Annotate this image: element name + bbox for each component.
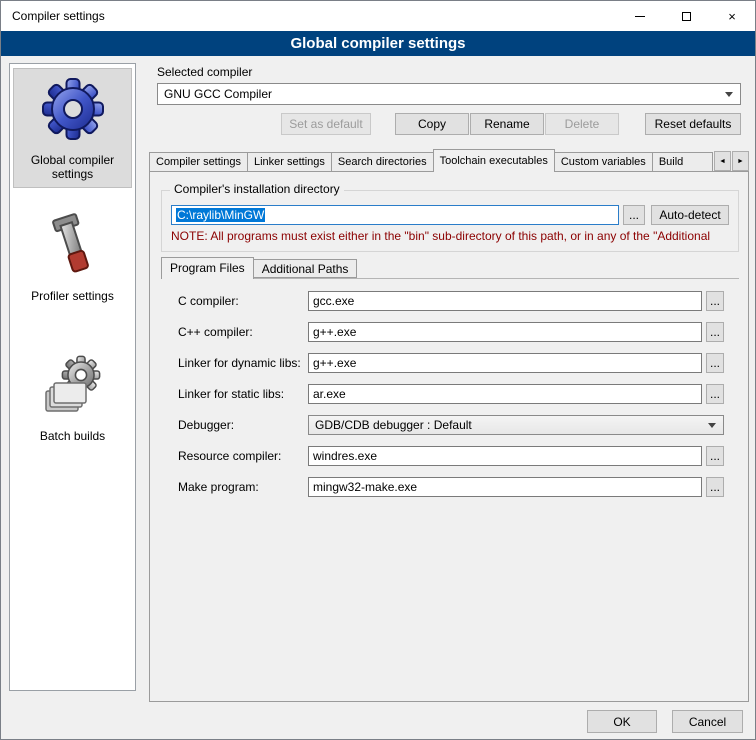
maximize-button[interactable]: [663, 1, 709, 31]
settings-tab-bar: Compiler settings Linker settings Search…: [149, 149, 749, 172]
titlebar[interactable]: Compiler settings ×: [1, 1, 755, 31]
dynamic-linker-browse-button[interactable]: ...: [706, 353, 724, 373]
debugger-select[interactable]: GDB/CDB debugger : Default: [308, 415, 724, 435]
sidebar-item-profiler-settings[interactable]: Profiler settings: [13, 204, 132, 310]
tab-additional-paths[interactable]: Additional Paths: [253, 259, 358, 278]
c-compiler-label: C compiler:: [178, 294, 308, 308]
reset-defaults-button[interactable]: Reset defaults: [645, 113, 741, 135]
static-linker-label: Linker for static libs:: [178, 387, 308, 401]
debugger-select-value: GDB/CDB debugger : Default: [315, 418, 472, 432]
tab-scroll-area: Compiler settings Linker settings Search…: [149, 149, 713, 172]
install-dir-value: C:\raylib\MinGW: [176, 208, 265, 222]
ok-button[interactable]: OK: [587, 710, 657, 733]
copy-button[interactable]: Copy: [395, 113, 469, 135]
tab-compiler-settings[interactable]: Compiler settings: [149, 152, 248, 172]
selected-compiler-label: Selected compiler: [157, 65, 252, 79]
close-button[interactable]: ×: [709, 1, 755, 31]
chevron-down-icon: [708, 423, 716, 428]
tab-toolchain-executables[interactable]: Toolchain executables: [433, 149, 555, 172]
tab-build-options[interactable]: Build: [652, 152, 713, 172]
cpp-compiler-browse-button[interactable]: ...: [706, 322, 724, 342]
static-linker-input[interactable]: [308, 384, 702, 404]
minimize-icon: [635, 16, 645, 17]
form-row-dynamic-linker: Linker for dynamic libs: ...: [161, 352, 739, 374]
tab-search-directories[interactable]: Search directories: [331, 152, 434, 172]
sidebar-item-label: Profiler settings: [16, 289, 129, 303]
tab-scroll-left-button[interactable]: ◄: [714, 151, 731, 171]
minimize-button[interactable]: [617, 1, 663, 31]
form-row-static-linker: Linker for static libs: ...: [161, 383, 739, 405]
debugger-label: Debugger:: [178, 418, 308, 432]
toolchain-executables-panel: Compiler's installation directory C:\ray…: [149, 171, 749, 702]
form-row-cpp-compiler: C++ compiler: ...: [161, 321, 739, 343]
compiler-select-value: GNU GCC Compiler: [164, 87, 272, 101]
delete-button: Delete: [545, 113, 619, 135]
install-dir-browse-button[interactable]: ...: [623, 205, 645, 225]
c-compiler-browse-button[interactable]: ...: [706, 291, 724, 311]
c-compiler-input[interactable]: [308, 291, 702, 311]
rename-button[interactable]: Rename: [470, 113, 544, 135]
tab-scroll-buttons: ◄ ►: [713, 151, 749, 171]
cancel-button[interactable]: Cancel: [672, 710, 743, 733]
program-files-form: C compiler: ... C++ compiler: ... Linker…: [161, 290, 739, 507]
form-row-debugger: Debugger: GDB/CDB debugger : Default: [161, 414, 739, 436]
window-title: Compiler settings: [1, 9, 617, 23]
compiler-actions: Set as default Copy Rename Delete Reset …: [157, 113, 741, 135]
close-icon: ×: [728, 9, 736, 24]
compiler-settings-dialog: Compiler settings × Global compiler sett…: [0, 0, 756, 740]
make-program-label: Make program:: [178, 480, 308, 494]
resource-compiler-label: Resource compiler:: [178, 449, 308, 463]
form-row-resource-compiler: Resource compiler: ...: [161, 445, 739, 467]
tab-program-files[interactable]: Program Files: [161, 257, 254, 279]
sidebar-item-label: Global compiler settings: [16, 153, 129, 181]
tab-linker-settings[interactable]: Linker settings: [247, 152, 332, 172]
install-dir-input[interactable]: C:\raylib\MinGW: [171, 205, 619, 225]
auto-detect-button[interactable]: Auto-detect: [651, 205, 729, 225]
chevron-down-icon: [725, 92, 733, 97]
tab-custom-variables[interactable]: Custom variables: [554, 152, 653, 172]
programs-tab-bar: Program Files Additional Paths: [161, 257, 357, 278]
installation-directory-row: C:\raylib\MinGW ... Auto-detect: [171, 205, 729, 225]
cpp-compiler-input[interactable]: [308, 322, 702, 342]
resource-compiler-browse-button[interactable]: ...: [706, 446, 724, 466]
tab-scroll-right-button[interactable]: ►: [732, 151, 749, 171]
static-linker-browse-button[interactable]: ...: [706, 384, 724, 404]
gray-gear-stack-icon: [41, 353, 105, 417]
cpp-compiler-label: C++ compiler:: [178, 325, 308, 339]
installation-directory-legend: Compiler's installation directory: [170, 182, 344, 196]
make-program-input[interactable]: [308, 477, 702, 497]
resource-compiler-input[interactable]: [308, 446, 702, 466]
compiler-select[interactable]: GNU GCC Compiler: [157, 83, 741, 105]
profiler-tool-icon: [41, 213, 105, 277]
blue-gear-icon: [41, 77, 105, 141]
settings-category-sidebar: Global compiler settings Profiler settin…: [9, 63, 136, 691]
make-program-browse-button[interactable]: ...: [706, 477, 724, 497]
sidebar-item-label: Batch builds: [16, 429, 129, 443]
maximize-icon: [682, 12, 691, 21]
form-row-c-compiler: C compiler: ...: [161, 290, 739, 312]
sidebar-item-batch-builds[interactable]: Batch builds: [13, 344, 132, 450]
dynamic-linker-input[interactable]: [308, 353, 702, 373]
installation-directory-groupbox: Compiler's installation directory C:\ray…: [161, 190, 739, 252]
bin-subdirectory-note: NOTE: All programs must exist either in …: [171, 229, 738, 243]
page-title: Global compiler settings: [1, 31, 755, 56]
set-as-default-button: Set as default: [281, 113, 371, 135]
form-row-make-program: Make program: ...: [161, 476, 739, 498]
dynamic-linker-label: Linker for dynamic libs:: [178, 356, 308, 370]
sidebar-item-global-compiler-settings[interactable]: Global compiler settings: [13, 68, 132, 188]
